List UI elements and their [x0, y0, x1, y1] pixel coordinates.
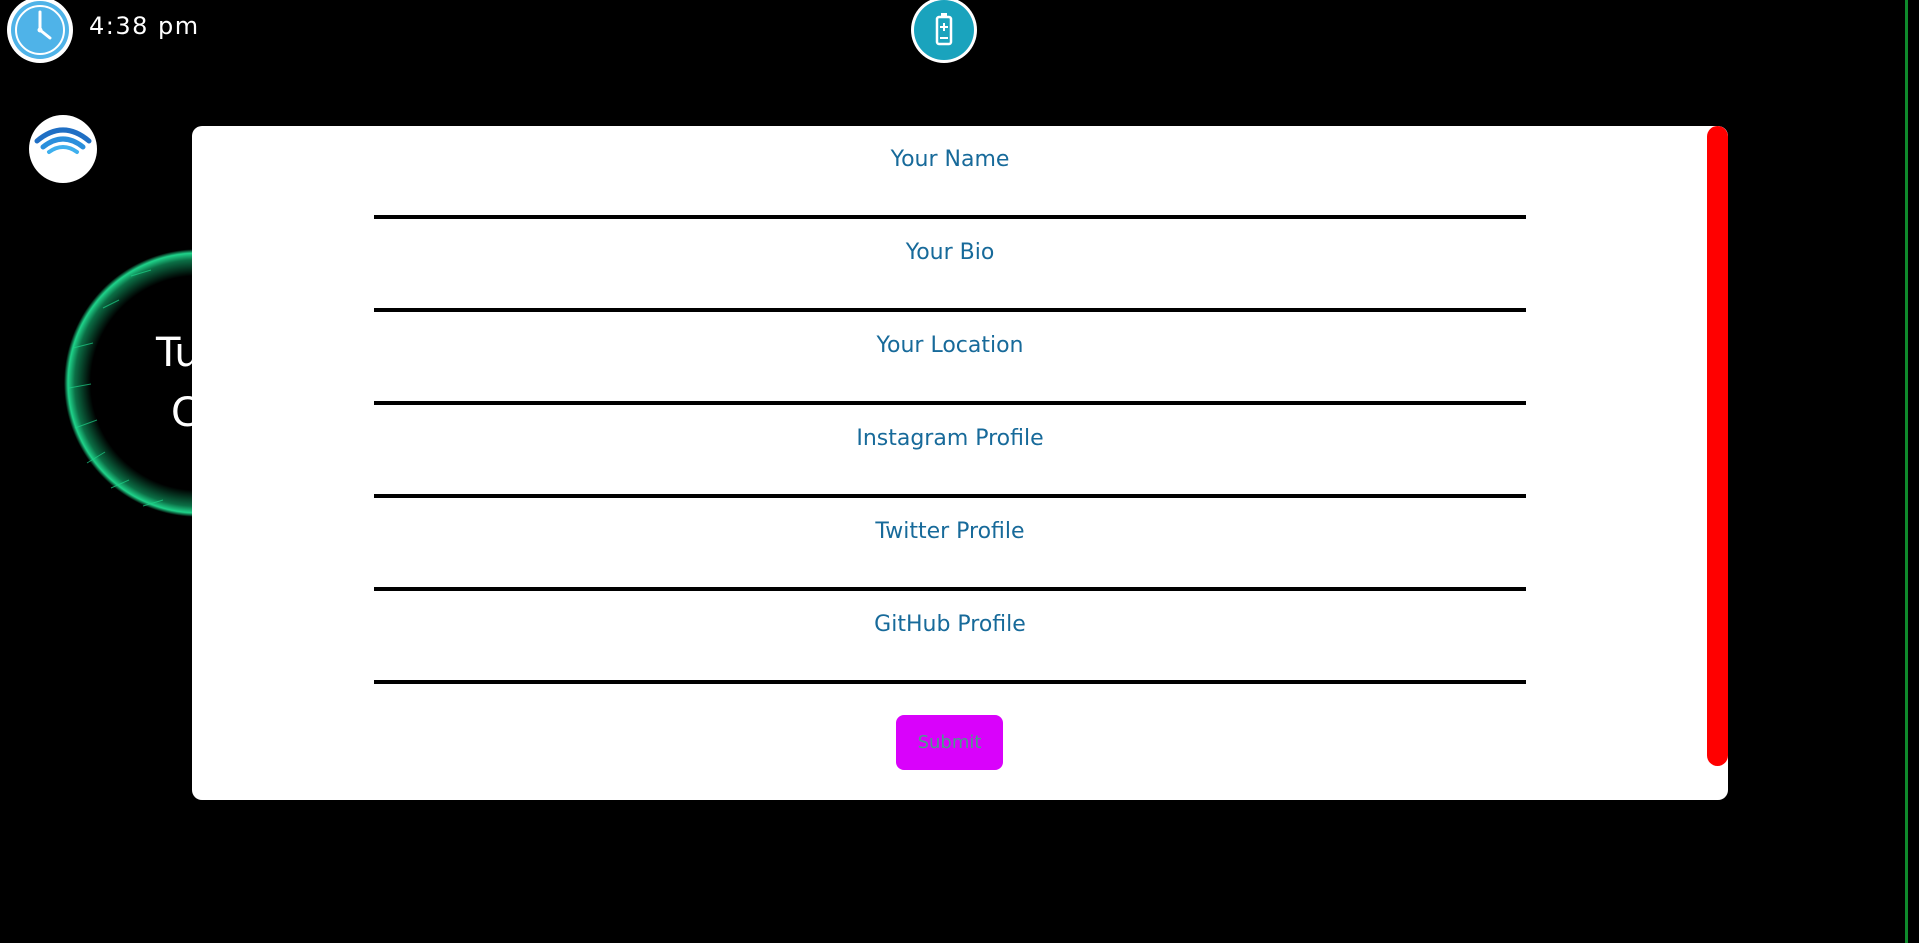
instagram-field[interactable]	[374, 405, 1526, 498]
github-input[interactable]	[374, 612, 1526, 637]
submit-button[interactable]: Submit	[896, 715, 1003, 770]
time-display: 4:38 pm	[89, 12, 200, 40]
instagram-input[interactable]	[374, 426, 1526, 451]
wifi-logo-icon[interactable]	[29, 115, 97, 183]
twitter-input[interactable]	[374, 519, 1526, 544]
location-input[interactable]	[374, 333, 1526, 358]
modal-scrollbar[interactable]	[1707, 126, 1728, 766]
bio-field[interactable]	[374, 219, 1526, 312]
location-field[interactable]	[374, 312, 1526, 405]
right-edge-stripe	[1905, 0, 1908, 943]
battery-charging-icon[interactable]	[910, 0, 978, 64]
name-input[interactable]	[374, 147, 1526, 172]
bio-input[interactable]	[374, 240, 1526, 265]
github-field[interactable]	[374, 591, 1526, 684]
clock-icon[interactable]	[6, 0, 74, 64]
desktop-screen: 4:38 pm Tu C Your Name Your Bio Your Loc…	[0, 0, 1919, 943]
profile-form-modal: Submit	[192, 126, 1728, 800]
twitter-field[interactable]	[374, 498, 1526, 591]
name-field[interactable]	[374, 126, 1526, 219]
